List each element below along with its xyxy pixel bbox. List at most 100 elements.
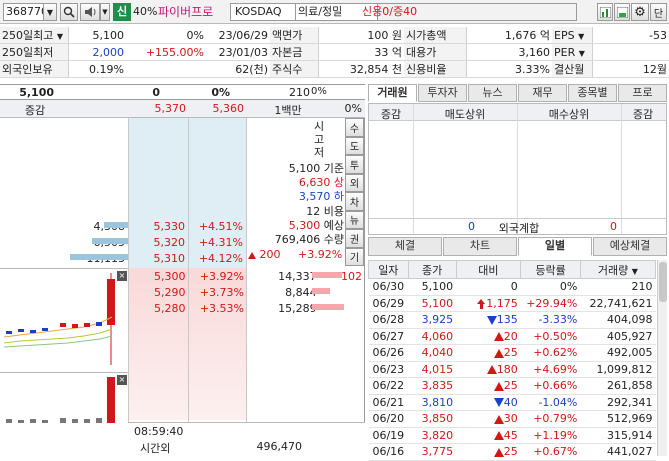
daily-diff: 40 <box>456 394 521 411</box>
tab-expected[interactable]: 예상체결 <box>593 237 667 256</box>
info-value <box>126 60 206 78</box>
daily-row[interactable]: 06/19 3,820 45 +1.19% 315,914 <box>368 427 656 444</box>
info-value: 5,100 <box>68 27 126 44</box>
chevron-down-icon: ▼ <box>46 7 54 17</box>
scroll-thumb[interactable] <box>659 262 667 302</box>
down-triangle-icon <box>486 315 497 325</box>
expected-label: 예상 <box>323 218 344 232</box>
tab-news[interactable]: 뉴스 <box>468 84 517 102</box>
mini-volume-chart[interactable]: × <box>0 372 128 423</box>
daily-close: 4,040 <box>408 344 457 362</box>
daily-row[interactable]: 06/21 3,810 40 -1.04% 292,341 <box>368 394 656 411</box>
daily-diff-value: 30 <box>503 412 518 426</box>
tab-trades[interactable]: 체결 <box>368 237 442 256</box>
daily-date: 06/20 <box>368 410 409 428</box>
col-change2: 증감 <box>632 108 654 121</box>
up-triangle-icon <box>493 381 504 391</box>
tab-investors[interactable]: 투자자 <box>418 84 467 102</box>
tab-program[interactable]: 프로 <box>618 84 667 102</box>
daily-row[interactable]: 06/23 4,015 180 +4.69% 1,099,812 <box>368 361 656 378</box>
sound-button[interactable] <box>80 3 100 21</box>
info-value: 62(천) <box>206 60 270 78</box>
info-value: 0.19% <box>68 60 126 78</box>
mini-candle-chart[interactable]: × <box>0 268 128 370</box>
memo-button[interactable] <box>614 3 630 21</box>
search-button[interactable] <box>60 3 78 21</box>
tab-su[interactable]: 수 <box>345 118 364 137</box>
info-label: 결산월 <box>552 60 593 78</box>
right-panel: 거래원 투자자 뉴스 재무 종목별 프로 증감 매도상위 매수상위 증감 0 외… <box>368 84 669 461</box>
daily-rate: +0.62% <box>520 344 581 362</box>
settings-button[interactable]: ⚙ <box>631 3 649 21</box>
daily-table: 일자 종가 대비 등락률 거래량 ▼ 06/30 5,100 0 0% 210 06/29… <box>368 260 657 461</box>
change-pct: 0% <box>211 86 230 99</box>
up-triangle-icon <box>493 447 504 457</box>
close-icon[interactable]: × <box>117 375 127 385</box>
info-label[interactable]: EPS ▼ <box>552 27 593 44</box>
side-tab-labels: 시 고 저 <box>312 120 326 159</box>
chart-icon <box>599 6 611 18</box>
price-change: 0 <box>152 86 160 99</box>
side-tab: 저 <box>313 146 325 159</box>
info-label: 250일최저 <box>0 43 69 61</box>
daily-close: 4,015 <box>408 361 457 378</box>
tab-by-stock[interactable]: 종목별 <box>568 84 617 102</box>
expected-change: 200 +3.92% <box>248 248 366 261</box>
daily-date: 06/30 <box>368 278 409 296</box>
chart-button[interactable] <box>597 3 613 21</box>
tab-brokers[interactable]: 거래원 <box>368 84 417 102</box>
orderbook-footer: 08:59:40 시간외 496,470 <box>128 422 365 456</box>
daily-diff: 25 <box>456 344 521 362</box>
quote-bar: 5,100 0 0% 210 0% <box>0 84 365 100</box>
daily-row[interactable]: 06/26 4,040 25 +0.62% 492,005 <box>368 344 656 362</box>
daily-row[interactable]: 06/30 5,100 0 0% 210 <box>368 278 656 296</box>
info-label: 자본금 <box>270 43 319 61</box>
daily-scrollbar[interactable] <box>657 260 667 456</box>
daily-diff: 1,175 <box>456 295 521 312</box>
stock-name: 파이버프로 <box>158 5 214 19</box>
daily-date: 06/23 <box>368 361 409 378</box>
col-rate: 등락률 <box>520 260 581 279</box>
single-button[interactable]: 단 <box>650 3 667 21</box>
daily-rate: -1.04% <box>520 394 581 411</box>
up-triangle-icon <box>493 348 504 358</box>
tab-do[interactable]: 도 <box>345 136 364 155</box>
daily-close: 4,060 <box>408 328 457 345</box>
tab-chart[interactable]: 차트 <box>443 237 517 256</box>
code-dropdown-button[interactable]: ▼ <box>43 3 57 21</box>
daily-row[interactable]: 06/20 3,850 30 +0.79% 512,969 <box>368 410 656 428</box>
daily-row[interactable]: 06/22 3,835 25 +0.66% 261,858 <box>368 377 656 395</box>
tab-oe[interactable]: 외 <box>345 173 364 192</box>
tab-finance[interactable]: 재무 <box>518 84 567 102</box>
daily-diff-value: 180 <box>496 362 518 376</box>
daily-row[interactable]: 06/29 5,100 1,175 +29.94% 22,741,621 <box>368 295 656 312</box>
tab-news[interactable]: 뉴 <box>345 210 364 229</box>
tab-tu[interactable]: 투 <box>345 155 364 174</box>
daily-row[interactable]: 06/28 3,925 135 -3.33% 404,098 <box>368 311 656 329</box>
volume-pct: 0% <box>311 86 327 97</box>
daily-volume: 441,027 <box>580 443 656 461</box>
daily-close: 3,810 <box>408 394 457 411</box>
daily-row[interactable]: 06/16 3,775 25 +0.67% 441,027 <box>368 443 656 461</box>
tab-cha[interactable]: 차 <box>345 192 364 211</box>
sound-dropdown-button[interactable]: ▼ <box>100 3 110 21</box>
info-row: 외국인보유 0.19% 62(천) 주식수 32,854 천 신용비율 3.33… <box>0 60 669 78</box>
search-icon <box>63 6 75 18</box>
info-value: 1,676 억 <box>466 27 552 44</box>
info-label[interactable]: PER ▼ <box>552 43 593 61</box>
afterhours-total: 496,470 <box>256 440 303 453</box>
lower-limit: 3,570 <box>298 190 331 204</box>
header-pct: 0% <box>344 102 362 115</box>
col-volume[interactable]: 거래량 ▼ <box>579 260 657 279</box>
daily-diff-value: 25 <box>503 379 518 393</box>
tab-gwon[interactable]: 권 <box>345 229 364 248</box>
expected-qty-label: 수량 <box>323 233 344 247</box>
info-value: 23/01/03 <box>206 43 270 61</box>
daily-row[interactable]: 06/27 4,060 20 +0.50% 405,927 <box>368 328 656 345</box>
daily-diff-value: 1,175 <box>486 296 518 310</box>
header-unit: 1백만 <box>274 104 302 117</box>
volume: 210 <box>289 86 310 99</box>
tab-daily[interactable]: 일별 <box>518 237 592 256</box>
close-icon[interactable]: × <box>117 271 127 281</box>
info-value <box>592 43 669 61</box>
